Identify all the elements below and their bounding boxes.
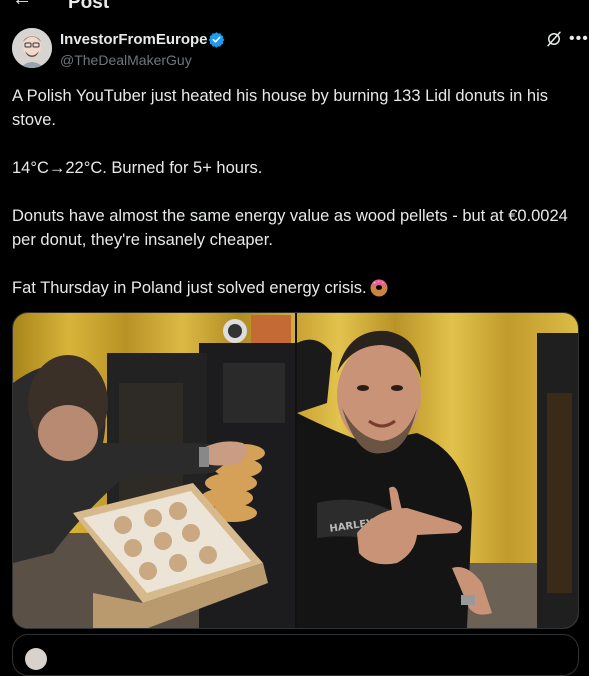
tweet-paragraph: Donuts have almost the same energy value… [12, 207, 568, 249]
post-media[interactable]: HARLEY [12, 312, 579, 629]
tweet-paragraph: 14°C→22°C. Burned for 5+ hours. [12, 159, 263, 177]
tweet-paragraph: A Polish YouTuber just heated his house … [12, 87, 549, 129]
verified-badge-icon [208, 32, 225, 48]
photo-man-loading-donuts[interactable] [13, 313, 295, 628]
author-handle[interactable]: @TheDealMakerGuy [60, 52, 192, 68]
author-name[interactable]: InvestorFromEurope [60, 31, 208, 48]
photo-man-pointing[interactable]: HARLEY [297, 313, 578, 628]
tweet-paragraph: Fat Thursday in Poland just solved energ… [12, 279, 367, 297]
quote-avatar [25, 648, 47, 670]
donut-icon [370, 279, 388, 297]
back-arrow-icon[interactable]: ← [12, 0, 32, 11]
page-title: Post [68, 0, 110, 13]
quoted-post-card[interactable] [12, 634, 579, 676]
avatar[interactable] [12, 28, 52, 68]
more-options-icon[interactable]: ••• [569, 30, 589, 48]
top-bar: ← Post [0, 0, 589, 14]
tweet-paragraph-last: Fat Thursday in Poland just solved energ… [12, 276, 577, 300]
post-author: InvestorFromEurope @TheDealMakerGuy ••• [12, 28, 588, 70]
grok-icon[interactable] [545, 30, 563, 48]
